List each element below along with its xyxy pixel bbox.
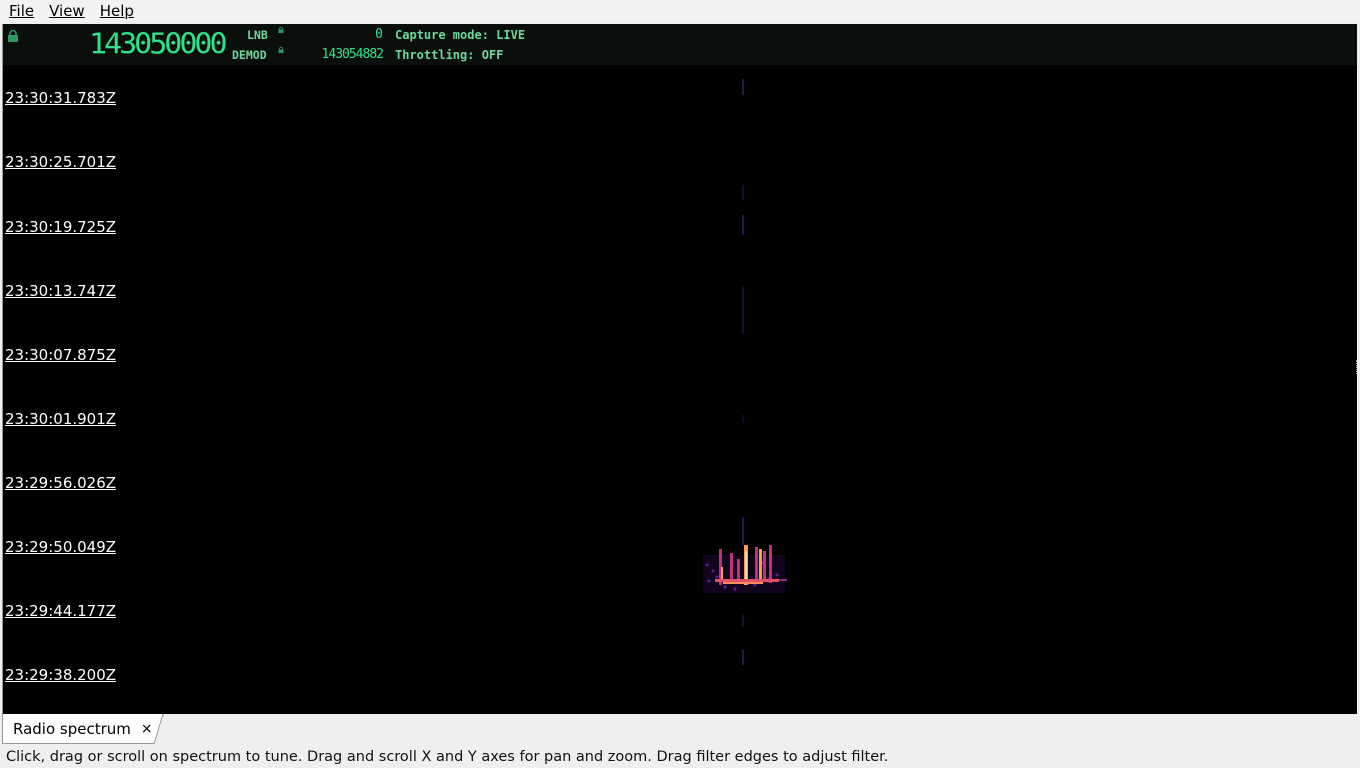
lnb-frequency[interactable]: 0 [343,27,383,42]
lock-icon[interactable] [7,30,19,42]
timestamp-label[interactable]: 23:30:13.747Z [5,282,116,300]
signal-burst [703,545,787,593]
capture-mode-status: Capture mode: LIVE [395,28,526,42]
timestamp-label[interactable]: 23:29:44.177Z [5,602,116,620]
waterfall-canvas [703,79,787,665]
demod-lock-icon[interactable] [278,47,284,53]
timestamp-label[interactable]: 23:30:31.783Z [5,89,116,107]
tuning-readout: 143050000 LNB 0 DEMOD 143054882 Capture … [3,24,1357,65]
menu-file[interactable]: File [0,0,40,22]
menu-file-label: File [9,2,35,20]
lnb-lock-icon[interactable] [278,27,284,33]
status-bar-hint: Click, drag or scroll on spectrum to tun… [6,749,889,765]
timestamp-label[interactable]: 23:29:38.200Z [5,666,116,684]
tab-radio-spectrum[interactable]: Radio spectrum × [2,714,164,744]
resize-grip[interactable] [1356,360,1359,374]
close-icon[interactable]: × [141,721,153,737]
menu-bar: File View Help [0,0,1360,22]
tab-label: Radio spectrum [13,719,131,738]
menu-view[interactable]: View [40,0,91,22]
timestamp-label[interactable]: 23:30:01.901Z [5,410,116,428]
timestamp-label[interactable]: 23:30:25.701Z [5,153,116,171]
timestamp-label[interactable]: 23:29:56.026Z [5,474,116,492]
center-frequency[interactable]: 143050000 [89,28,228,61]
throttling-status: Throttling: OFF [395,48,504,62]
tab-bar: Radio spectrum × [0,714,1360,744]
tab-edge [153,714,164,744]
timestamp-label[interactable]: 23:29:50.049Z [5,538,116,556]
spectrum-viewer[interactable]: 143050000 LNB 0 DEMOD 143054882 Capture … [2,24,1357,714]
menu-help-label: Help [99,2,134,20]
demod-frequency[interactable]: 143054882 [299,47,384,62]
waterfall-display[interactable]: 23:30:31.783Z 23:30:25.701Z 23:30:19.725… [3,65,1357,714]
timestamp-label[interactable]: 23:30:19.725Z [5,218,116,236]
menu-view-label: View [49,2,85,20]
demod-label: DEMOD [232,48,267,62]
timestamp-label[interactable]: 23:30:07.875Z [5,346,116,364]
lnb-label: LNB [247,28,268,42]
menu-help[interactable]: Help [91,0,140,22]
